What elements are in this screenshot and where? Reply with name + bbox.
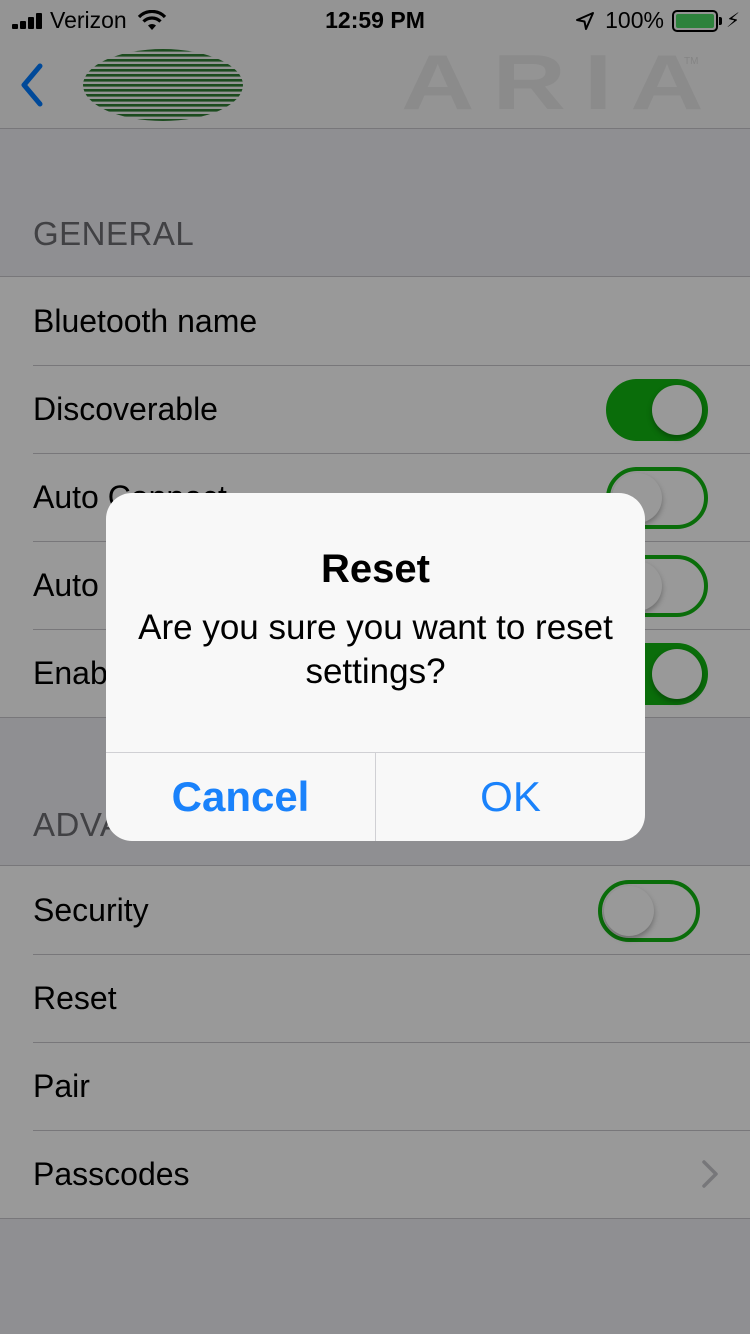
alert-title: Reset xyxy=(321,547,430,591)
reset-alert-dialog: Reset Are you sure you want to reset set… xyxy=(106,493,645,841)
alert-message: Are you sure you want to reset settings? xyxy=(138,608,613,691)
cancel-button[interactable]: Cancel xyxy=(106,753,375,841)
ok-button[interactable]: OK xyxy=(376,753,645,841)
